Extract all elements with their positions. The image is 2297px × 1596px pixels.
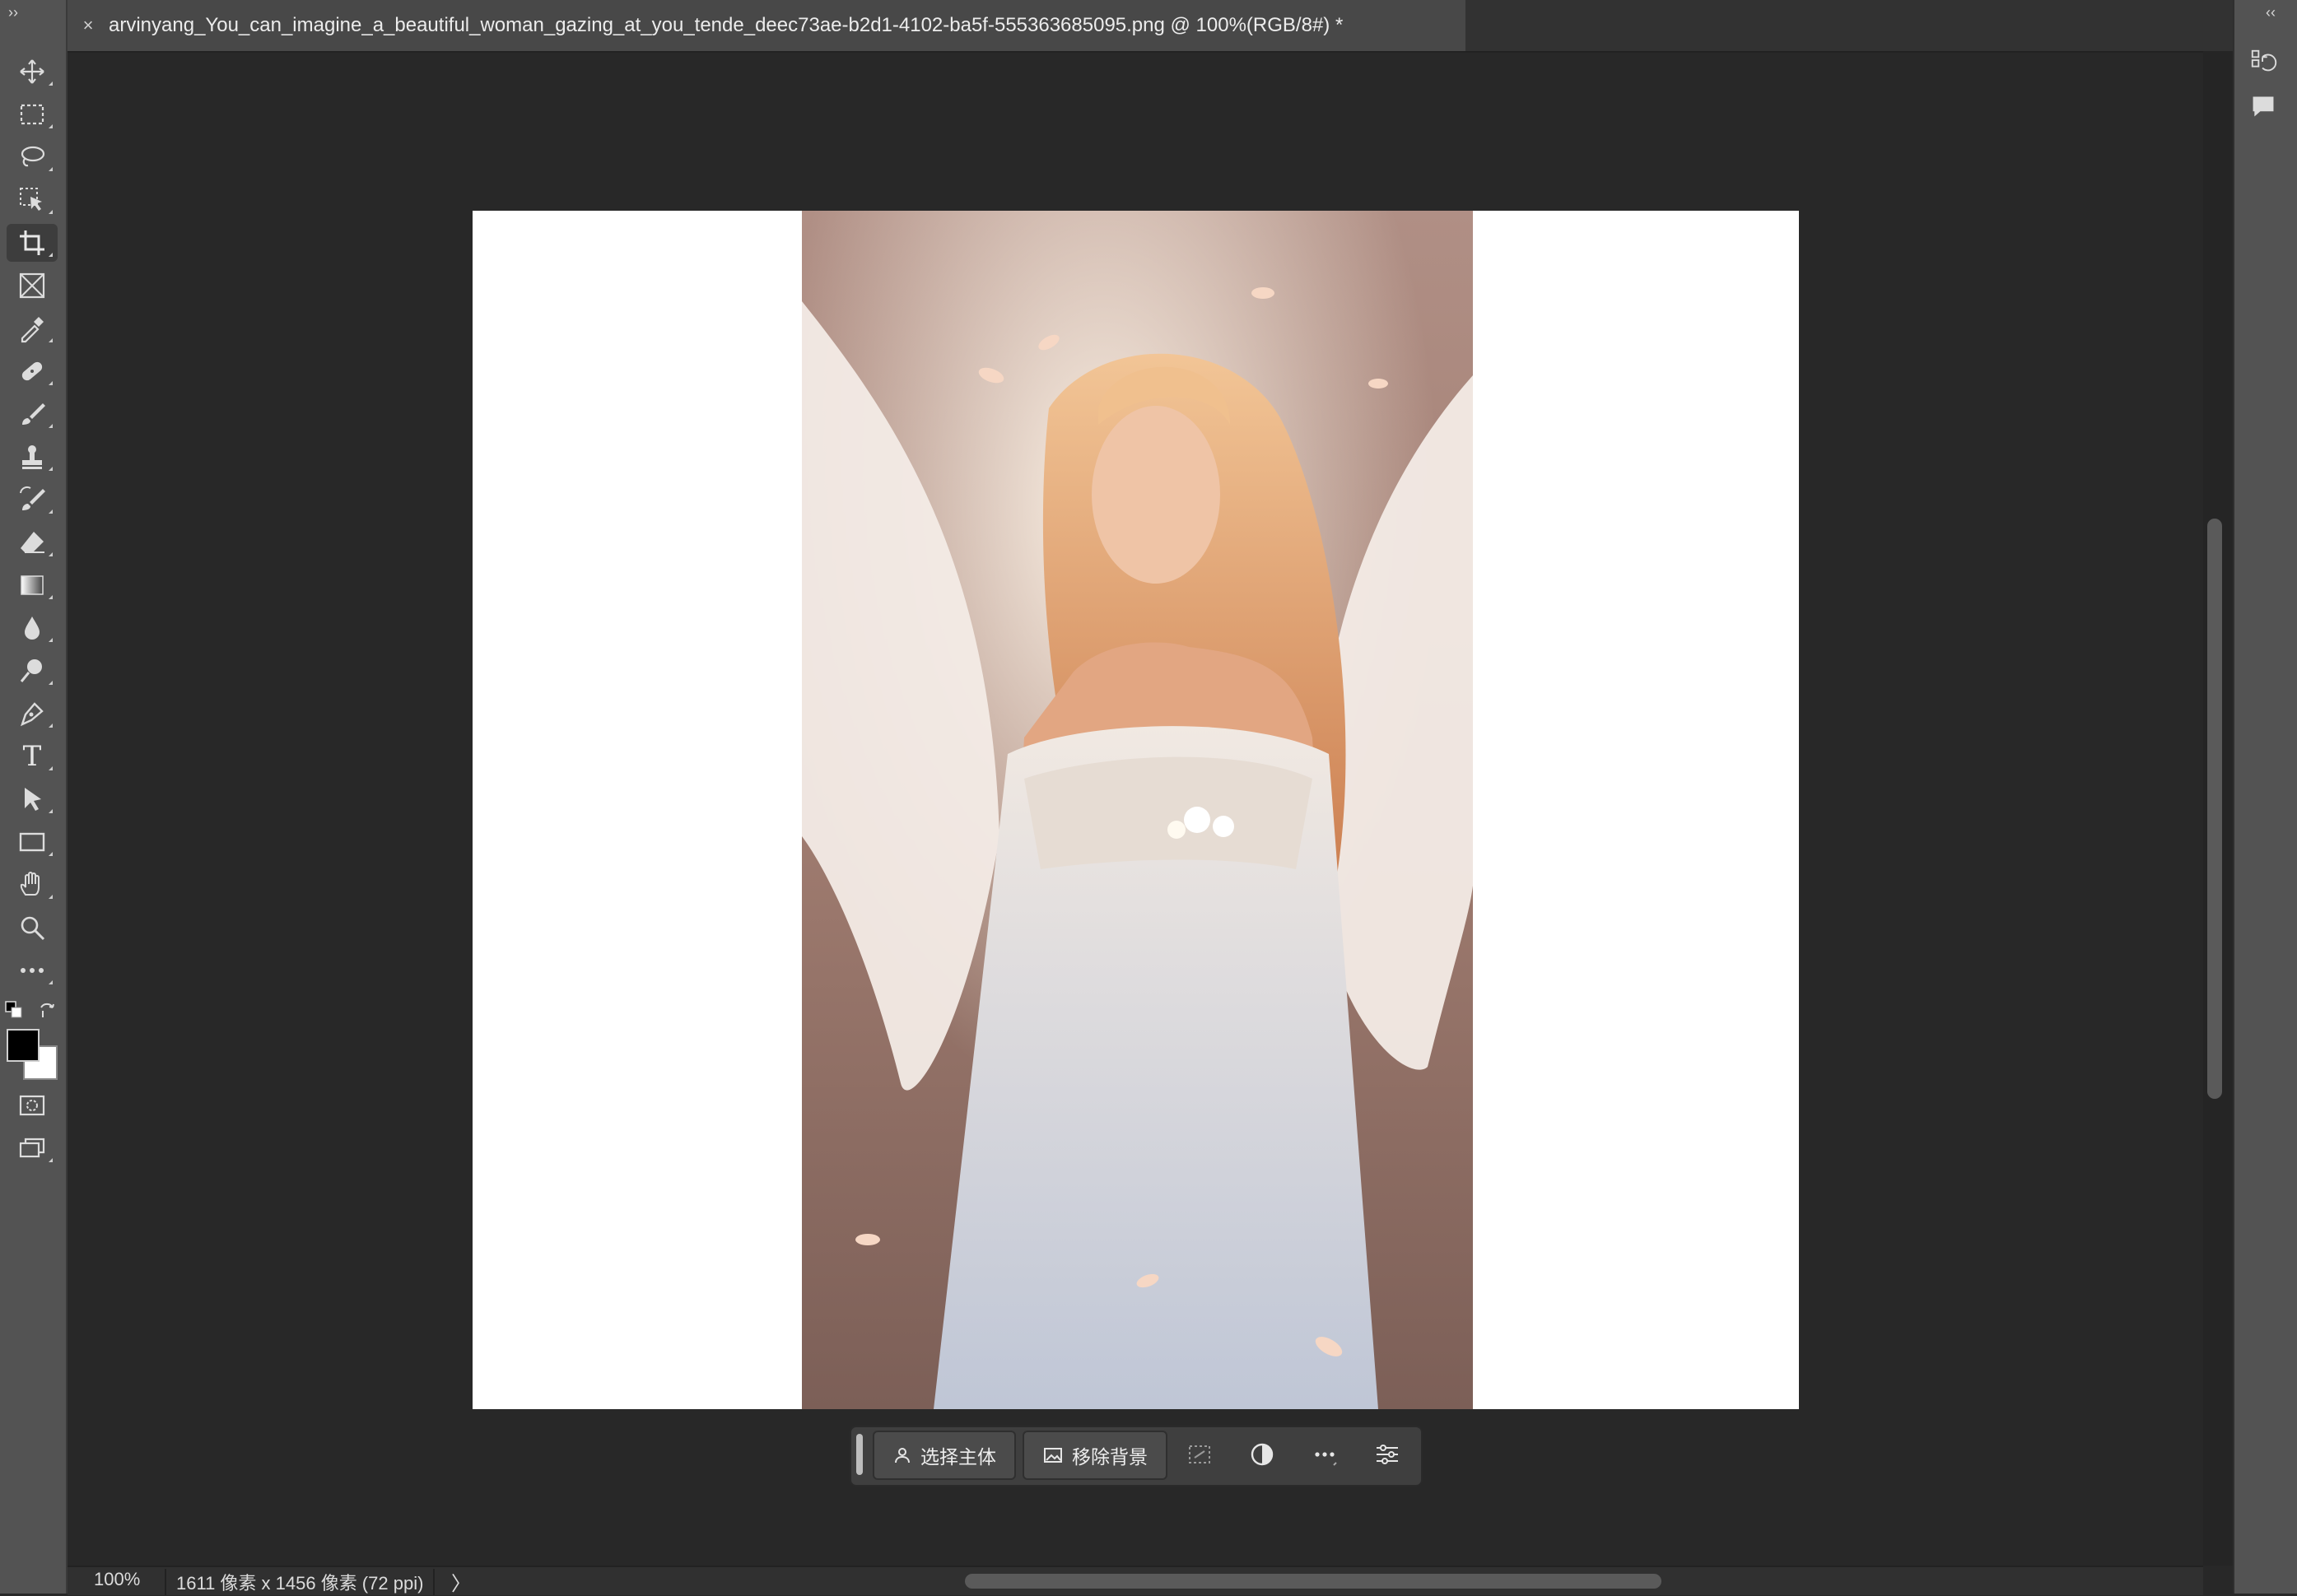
eraser-tool[interactable] <box>7 523 58 561</box>
arrow-icon <box>25 788 41 811</box>
quick-mask-icon <box>19 1095 45 1116</box>
collapse-panels-icon[interactable]: ‹‹ <box>2266 5 2276 20</box>
bandage-icon <box>21 361 43 381</box>
more-horizontal-icon <box>1315 1452 1337 1466</box>
hand-tool[interactable] <box>7 866 58 904</box>
crop-tool[interactable] <box>7 224 58 262</box>
select-subject-button[interactable]: 选择主体 <box>873 1431 1016 1480</box>
move-icon <box>20 59 44 84</box>
angel-artwork-image <box>802 211 1473 1409</box>
history-brush-icon <box>20 486 45 510</box>
dodge-tool[interactable] <box>7 652 58 690</box>
quick-mask-mode[interactable] <box>7 1086 58 1124</box>
close-tab-icon[interactable]: × <box>68 15 109 36</box>
move-tool[interactable] <box>7 53 58 91</box>
path-selection-tool[interactable] <box>7 780 58 818</box>
person-icon <box>895 1448 910 1463</box>
comment-icon <box>2253 96 2274 117</box>
marquee-icon <box>20 104 44 125</box>
image-icon <box>1044 1448 1062 1463</box>
document-tab[interactable]: × arvinyang_You_can_imagine_a_beautiful_… <box>68 0 1465 51</box>
rectangular-marquee-tool[interactable] <box>7 95 58 133</box>
history-icon <box>2251 49 2277 72</box>
gradient-icon <box>21 575 44 595</box>
expand-panels-icon[interactable]: ›› <box>8 5 18 20</box>
pen-tool[interactable] <box>7 695 58 733</box>
rectangle-icon <box>19 832 45 852</box>
document-info: 1611 像素 x 1456 像素 (72 ppi) <box>165 1569 436 1595</box>
default-colors-icon[interactable] <box>5 1001 23 1019</box>
task-bar-settings-button[interactable] <box>1368 1435 1406 1473</box>
eraser-icon <box>21 532 44 553</box>
droplet-icon <box>25 617 40 640</box>
object-selection-tool[interactable] <box>7 181 58 219</box>
status-menu-arrow[interactable]: 〉 <box>451 1567 471 1596</box>
brush-icon <box>22 403 45 425</box>
sliders-icon <box>1377 1445 1398 1464</box>
hand-icon <box>20 872 40 896</box>
magnifier-icon <box>21 916 45 941</box>
horizontal-scroll-thumb[interactable] <box>965 1574 1661 1589</box>
screen-mode[interactable] <box>7 1129 58 1167</box>
lasso-icon <box>21 146 45 167</box>
type-icon: T <box>22 740 42 773</box>
zoom-tool[interactable] <box>7 909 58 947</box>
brush-tool[interactable] <box>7 395 58 433</box>
stamp-icon <box>22 445 42 469</box>
blur-tool[interactable] <box>7 609 58 647</box>
more-options-button[interactable] <box>1306 1435 1344 1473</box>
clone-stamp-tool[interactable] <box>7 438 58 476</box>
lasso-tool[interactable] <box>7 138 58 176</box>
frame-tool[interactable] <box>7 267 58 305</box>
pen-icon <box>20 702 44 727</box>
vertical-scroll-thumb[interactable] <box>2207 519 2222 1099</box>
remove-background-label: 移除背景 <box>1072 1446 1148 1468</box>
dodge-icon <box>20 659 42 682</box>
swap-colors-icon[interactable] <box>36 999 58 1021</box>
adjustment-button[interactable] <box>1243 1435 1281 1473</box>
healing-brush-tool[interactable] <box>7 352 58 390</box>
type-tool[interactable]: T <box>7 738 58 775</box>
zoom-level[interactable]: 100% <box>94 1569 140 1590</box>
frame-icon <box>19 272 45 299</box>
document-title: arvinyang_You_can_imagine_a_beautiful_wo… <box>109 14 1344 36</box>
eyedropper-icon <box>21 317 44 343</box>
contrast-icon <box>1251 1443 1274 1466</box>
comments-panel-button[interactable] <box>2244 87 2282 125</box>
gradient-tool[interactable] <box>7 566 58 604</box>
eyedropper-tool[interactable] <box>7 309 58 347</box>
select-subject-label: 选择主体 <box>920 1446 996 1468</box>
foreground-color-swatch[interactable] <box>7 1029 40 1062</box>
object-selection-icon <box>20 188 42 211</box>
remove-background-button[interactable]: 移除背景 <box>1023 1431 1167 1480</box>
transform-icon <box>1189 1445 1210 1463</box>
history-brush-tool[interactable] <box>7 481 58 519</box>
edit-toolbar[interactable] <box>7 952 58 989</box>
crop-icon <box>20 230 44 255</box>
transform-selection-button[interactable] <box>1181 1435 1218 1473</box>
history-panel-button[interactable] <box>2244 43 2282 81</box>
screen-mode-icon <box>19 1138 45 1158</box>
task-bar-drag-handle[interactable] <box>856 1434 863 1475</box>
more-icon <box>21 968 44 973</box>
right-panel-dock <box>2233 0 2297 1594</box>
rectangle-tool[interactable] <box>7 823 58 861</box>
